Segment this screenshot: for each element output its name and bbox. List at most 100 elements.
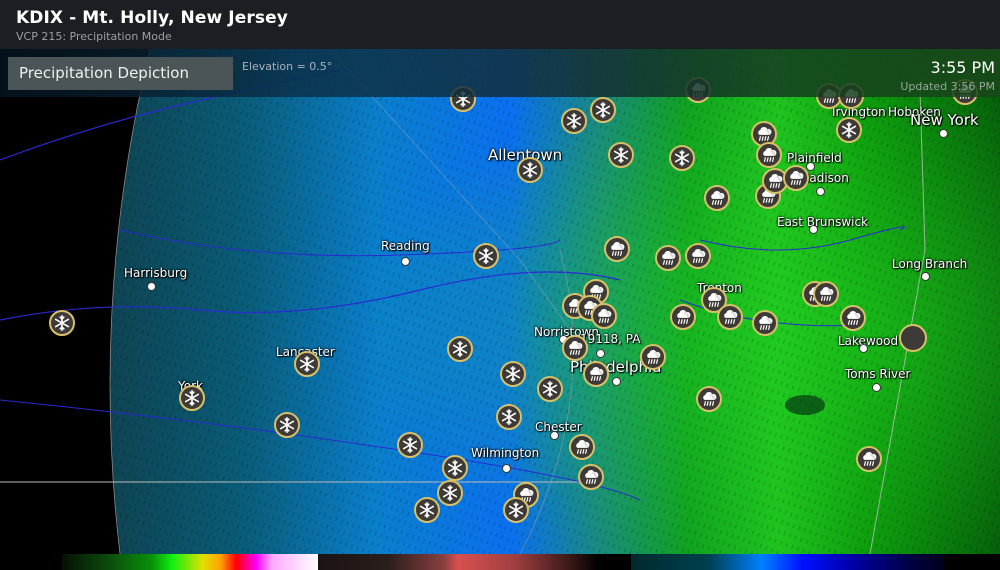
- rain-icon: [708, 189, 726, 207]
- radar-site-marker[interactable]: [899, 324, 927, 352]
- city-dot: [859, 344, 868, 353]
- snow-icon: [565, 112, 583, 130]
- snow-icon: [53, 314, 71, 332]
- snow-icon: [477, 247, 495, 265]
- snow-icon: [451, 340, 469, 358]
- rain-icon: [755, 125, 773, 143]
- rain-marker[interactable]: [813, 281, 839, 307]
- rain-icon: [644, 348, 662, 366]
- snow-icon: [673, 149, 691, 167]
- city-label-lakewood: Lakewood: [838, 334, 899, 348]
- precipitation-mode-button[interactable]: Precipitation Depiction: [8, 57, 233, 90]
- rain-icon: [760, 146, 778, 164]
- snow-marker[interactable]: [294, 351, 320, 377]
- rain-marker[interactable]: [604, 236, 630, 262]
- rain-marker[interactable]: [685, 243, 711, 269]
- snow-icon: [183, 389, 201, 407]
- city-dot: [809, 225, 818, 234]
- snow-icon: [298, 355, 316, 373]
- snow-icon: [612, 146, 630, 164]
- rain-icon: [705, 291, 723, 309]
- snow-marker[interactable]: [496, 404, 522, 430]
- snow-marker[interactable]: [590, 97, 616, 123]
- scan-time: 3:55 PM: [930, 58, 995, 77]
- city-dot: [921, 272, 930, 281]
- city-dot: [550, 431, 559, 440]
- rain-marker[interactable]: [569, 434, 595, 460]
- rain-marker[interactable]: [578, 464, 604, 490]
- snow-icon: [594, 101, 612, 119]
- vcp-mode: VCP 215: Precipitation Mode: [16, 30, 172, 43]
- rain-icon: [817, 285, 835, 303]
- rain-marker[interactable]: [752, 310, 778, 336]
- city-label-plainfield: Plainfield: [787, 151, 842, 165]
- city-dot: [872, 383, 881, 392]
- city-label-east-brunswick: East Brunswick: [777, 215, 869, 229]
- city-dot: [939, 129, 948, 138]
- rain-marker[interactable]: [640, 344, 666, 370]
- snow-marker[interactable]: [442, 455, 468, 481]
- rain-marker[interactable]: [562, 335, 588, 361]
- rain-marker[interactable]: [856, 446, 882, 472]
- city-label-toms-river: Toms River: [845, 367, 911, 381]
- snow-marker[interactable]: [561, 108, 587, 134]
- station-title: KDIX - Mt. Holly, New Jersey: [16, 8, 288, 28]
- snow-marker[interactable]: [608, 142, 634, 168]
- city-dot: [806, 162, 815, 171]
- city-dot: [612, 377, 621, 386]
- city-dot: [502, 464, 511, 473]
- snow-marker[interactable]: [517, 157, 543, 183]
- snow-marker[interactable]: [500, 361, 526, 387]
- rain-icon: [844, 309, 862, 327]
- snow-marker[interactable]: [447, 336, 473, 362]
- snow-marker[interactable]: [179, 385, 205, 411]
- rain-marker[interactable]: [756, 142, 782, 168]
- elevation-readout: Elevation = 0.5°: [242, 60, 333, 73]
- rain-icon: [721, 308, 739, 326]
- rain-marker[interactable]: [591, 303, 617, 329]
- rain-icon: [608, 240, 626, 258]
- city-label-irvington: Irvington: [832, 105, 886, 119]
- snow-icon: [446, 459, 464, 477]
- snow-marker[interactable]: [503, 497, 529, 523]
- rain-marker[interactable]: [840, 305, 866, 331]
- rain-icon: [573, 438, 591, 456]
- city-dot: [816, 187, 825, 196]
- updated-time: Updated 3:56 PM: [900, 80, 995, 93]
- rain-icon: [860, 450, 878, 468]
- rain-icon: [587, 365, 605, 383]
- snow-marker[interactable]: [836, 117, 862, 143]
- rain-marker[interactable]: [655, 245, 681, 271]
- rain-marker[interactable]: [704, 185, 730, 211]
- rain-marker[interactable]: [717, 304, 743, 330]
- snow-icon: [541, 380, 559, 398]
- snow-marker[interactable]: [473, 243, 499, 269]
- city-dot: [147, 282, 156, 291]
- rain-icon: [787, 169, 805, 187]
- city-label-harrisburg: Harrisburg: [124, 266, 188, 280]
- snow-marker[interactable]: [274, 412, 300, 438]
- city-label-reading: Reading: [381, 239, 430, 253]
- snow-marker[interactable]: [669, 145, 695, 171]
- snow-marker[interactable]: [49, 310, 75, 336]
- rain-marker[interactable]: [670, 304, 696, 330]
- radar-map[interactable]: Allentown Reading Harrisburg Lancaster Y…: [0, 49, 1000, 554]
- snow-marker[interactable]: [414, 497, 440, 523]
- snow-marker[interactable]: [437, 480, 463, 506]
- legend-rain-scale: [62, 554, 318, 570]
- rain-icon: [700, 390, 718, 408]
- rain-icon: [766, 172, 784, 190]
- snow-icon: [418, 501, 436, 519]
- rain-marker[interactable]: [696, 386, 722, 412]
- rain-icon: [689, 247, 707, 265]
- snow-icon: [504, 365, 522, 383]
- rain-marker[interactable]: [583, 361, 609, 387]
- rain-icon: [756, 314, 774, 332]
- snow-marker[interactable]: [537, 376, 563, 402]
- snow-marker[interactable]: [397, 432, 423, 458]
- snow-icon: [278, 416, 296, 434]
- snow-icon: [507, 501, 525, 519]
- rain-icon: [595, 307, 613, 325]
- legend-snow-scale: [631, 554, 943, 570]
- rain-marker[interactable]: [783, 165, 809, 191]
